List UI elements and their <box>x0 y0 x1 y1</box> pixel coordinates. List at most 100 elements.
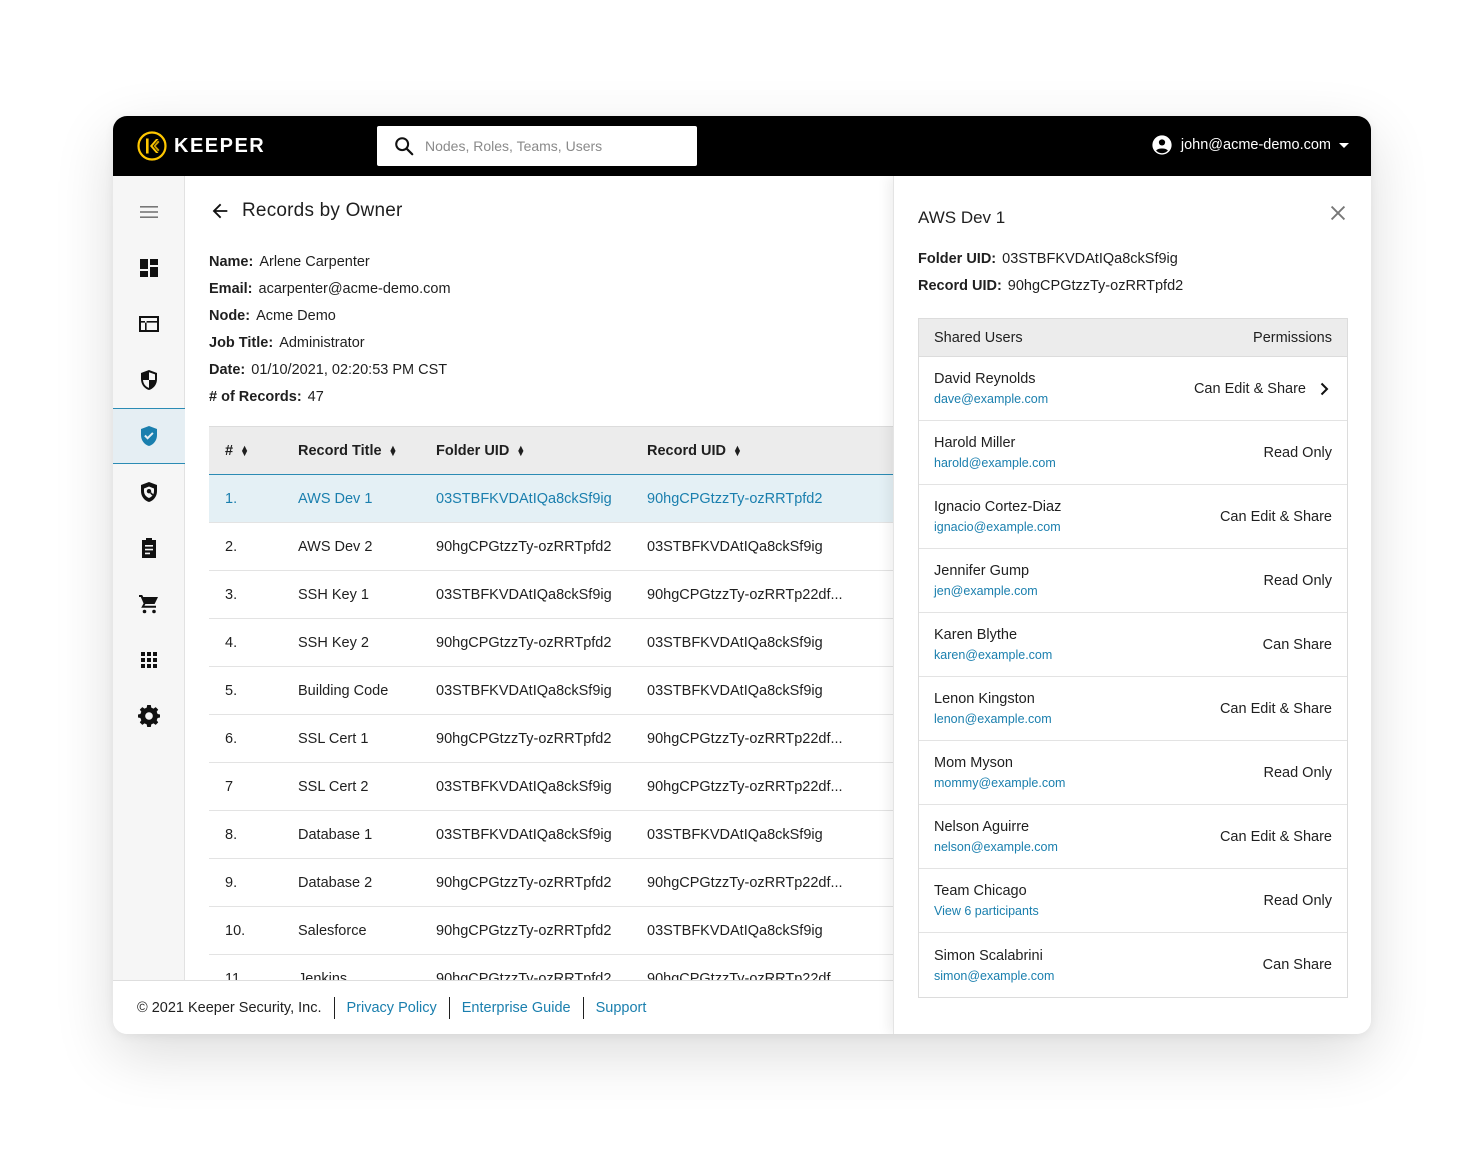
permission-label: Can Edit & Share <box>1219 828 1332 845</box>
shared-user-row[interactable]: Mom Myson mommy@example.com Read Only <box>919 741 1347 805</box>
cell-number: 9. <box>209 859 298 907</box>
shared-user-row[interactable]: Simon Scalabrini simon@example.com Can Sha… <box>919 933 1347 997</box>
nav-menu[interactable] <box>113 184 185 240</box>
search-input[interactable] <box>425 138 685 154</box>
nav-security[interactable] <box>113 352 185 408</box>
cell-number: 1. <box>209 475 298 523</box>
cell-text: 03STBFKVDAtIQa8ckSf9ig <box>436 490 612 507</box>
table-row[interactable]: 9. Database 2 90hgCPGtzzTy-ozRRTpfd2 90hgCP… <box>209 859 893 907</box>
cell-folder-uid: 90hgCPGtzzTy-ozRRTpfd2 <box>436 619 647 667</box>
breachwatch-icon <box>141 482 157 502</box>
enterprise-guide-link[interactable]: Enterprise Guide <box>462 1000 571 1016</box>
support-link[interactable]: Support <box>596 1000 647 1016</box>
sort-icon: ▲ ▼ <box>732 442 742 458</box>
shared-user-email[interactable]: mommy@example.com <box>934 776 1065 790</box>
cell-text: 03STBFKVDAtIQa8ckSf9ig <box>647 538 823 555</box>
column-header-folder-uid[interactable]: Folder UID ▲ ▼ <box>436 427 647 475</box>
nav-reports[interactable] <box>113 520 185 576</box>
shared-user-row[interactable]: Lenon Kingston lenon@example.com Can Edit … <box>919 677 1347 741</box>
cell-record-uid: 03STBFKVDAtIQa8ckSf9ig <box>647 667 893 715</box>
column-header-number[interactable]: # ▲ ▼ <box>209 427 298 475</box>
panel-title: AWS Dev 1 <box>918 208 1006 227</box>
info-value: 01/10/2021, 02:20:53 PM CST <box>251 362 448 378</box>
footer-divider <box>448 996 450 1019</box>
shared-user-row[interactable]: Team Chicago View 6 participants Read Only <box>919 869 1347 933</box>
shared-user-email[interactable]: lenon@example.com <box>934 712 1052 726</box>
cell-text: 90hgCPGtzzTy-ozRRTpfd2 <box>647 490 823 507</box>
column-header-record-uid[interactable]: Record UID ▲ ▼ <box>647 427 893 475</box>
shared-user-email[interactable]: harold@example.com <box>934 456 1056 470</box>
shared-user-email[interactable]: dave@example.com <box>934 392 1048 406</box>
table-row[interactable]: 6. SSL Cert 1 90hgCPGtzzTy-ozRRTpfd2 90hgCP… <box>209 715 893 763</box>
permission-label: Can Share <box>1262 636 1332 653</box>
info-label: Job Title: <box>209 335 274 351</box>
app-window: KEEPER john@acme-demo.com <box>113 116 1371 1034</box>
table-row[interactable]: 1. AWS Dev 1 03STBFKVDAtIQa8ckSf9ig 90hgCPG… <box>209 474 893 523</box>
back-arrow-icon[interactable] <box>209 200 231 222</box>
cell-record-title: AWS Dev 1 <box>298 475 436 523</box>
column-label: # <box>225 442 234 459</box>
nav-settings[interactable] <box>113 688 185 744</box>
global-search[interactable] <box>377 126 697 166</box>
shared-user-email[interactable]: jen@example.com <box>934 584 1038 598</box>
info-value: Administrator <box>279 335 365 351</box>
shared-user-email[interactable]: View 6 participants <box>934 904 1039 918</box>
shared-user-row[interactable]: Ignacio Cortez-Diaz ignacio@example.com Ca… <box>919 485 1347 549</box>
info-record-count: # of Records: 47 <box>209 384 451 411</box>
cell-folder-uid: 90hgCPGtzzTy-ozRRTpfd2 <box>436 859 647 907</box>
privacy-policy-link[interactable]: Privacy Policy <box>347 1000 437 1016</box>
cell-record-title: SSL Cert 2 <box>298 763 436 811</box>
shared-user-row[interactable]: Harold Miller harold@example.com Read Only <box>919 421 1347 485</box>
info-label: Record UID: <box>918 278 1002 294</box>
shared-user-row[interactable]: David Reynolds dave@example.com Can Edit &… <box>919 357 1347 421</box>
table-row[interactable]: 8. Database 1 03STBFKVDAtIQa8ckSf9ig 03STBF… <box>209 811 893 859</box>
nav-cart[interactable] <box>113 576 185 632</box>
table-row[interactable]: 7 SSL Cert 2 03STBFKVDAtIQa8ckSf9ig 90hgCPG… <box>209 763 893 811</box>
records-table: # ▲ ▼ Record Title ▲ ▼ Folder UID ▲ ▼ Record U… <box>209 426 893 1003</box>
reports-clipboard-icon <box>142 538 156 558</box>
table-row[interactable]: 10. Salesforce 90hgCPGtzzTy-ozRRTpfd2 03STB… <box>209 907 893 955</box>
shared-user-email[interactable]: simon@example.com <box>934 969 1054 983</box>
shared-user-row[interactable]: Jennifer Gump jen@example.com Read Only <box>919 549 1347 613</box>
cell-text: Building Code <box>298 682 389 699</box>
account-menu[interactable]: john@acme-demo.com <box>1151 134 1349 156</box>
menu-icon <box>140 206 158 218</box>
permission-label: Can Edit & Share <box>1193 380 1306 397</box>
top-bar: KEEPER john@acme-demo.com <box>113 116 1371 176</box>
shared-user-name: Jennifer Gump <box>934 563 1030 579</box>
cell-text: SSH Key 2 <box>298 634 369 651</box>
shared-user-email[interactable]: ignacio@example.com <box>934 520 1061 534</box>
cell-text: 9. <box>225 874 238 891</box>
side-nav <box>113 176 185 1034</box>
shared-user-permission: Read Only <box>1263 445 1332 461</box>
nav-breachwatch[interactable] <box>113 464 185 520</box>
close-icon[interactable] <box>1327 202 1349 224</box>
table-row[interactable]: 4. SSH Key 2 90hgCPGtzzTy-ozRRTpfd2 03STBFK… <box>209 619 893 667</box>
page-title: Records by Owner <box>242 200 403 221</box>
shared-user-name: Nelson Aguirre <box>934 819 1030 835</box>
cell-folder-uid: 03STBFKVDAtIQa8ckSf9ig <box>436 571 647 619</box>
keeper-logo[interactable]: KEEPER <box>137 130 265 162</box>
column-header-record-title[interactable]: Record Title ▲ ▼ <box>298 427 436 475</box>
shared-user-identity: David Reynolds dave@example.com <box>934 371 1048 406</box>
info-label: # of Records: <box>209 389 302 405</box>
footer-divider <box>333 996 335 1019</box>
shared-user-row[interactable]: Karen Blythe karen@example.com Can Share <box>919 613 1347 677</box>
shared-user-email[interactable]: karen@example.com <box>934 648 1052 662</box>
permission-label: Read Only <box>1263 572 1332 589</box>
chevron-right-icon[interactable] <box>1316 381 1332 397</box>
nav-admin[interactable] <box>113 296 185 352</box>
shared-user-permission: Can Share <box>1263 637 1332 653</box>
table-row[interactable]: 2. AWS Dev 2 90hgCPGtzzTy-ozRRTpfd2 03STBFK… <box>209 523 893 571</box>
shared-user-row[interactable]: Nelson Aguirre nelson@example.com Can Edit… <box>919 805 1347 869</box>
table-row[interactable]: 3. SSH Key 1 03STBFKVDAtIQa8ckSf9ig 90hgCPG… <box>209 571 893 619</box>
page-header: Records by Owner <box>209 200 403 222</box>
cell-text: 03STBFKVDAtIQa8ckSf9ig <box>647 634 823 651</box>
cell-text: SSL Cert 1 <box>298 730 369 747</box>
nav-compliance[interactable] <box>113 408 185 464</box>
cell-folder-uid: 03STBFKVDAtIQa8ckSf9ig <box>436 811 647 859</box>
shared-user-email[interactable]: nelson@example.com <box>934 840 1058 854</box>
nav-apps[interactable] <box>113 632 185 688</box>
table-row[interactable]: 5. Building Code 03STBFKVDAtIQa8ckSf9ig 03S… <box>209 667 893 715</box>
nav-dashboard[interactable] <box>113 240 185 296</box>
